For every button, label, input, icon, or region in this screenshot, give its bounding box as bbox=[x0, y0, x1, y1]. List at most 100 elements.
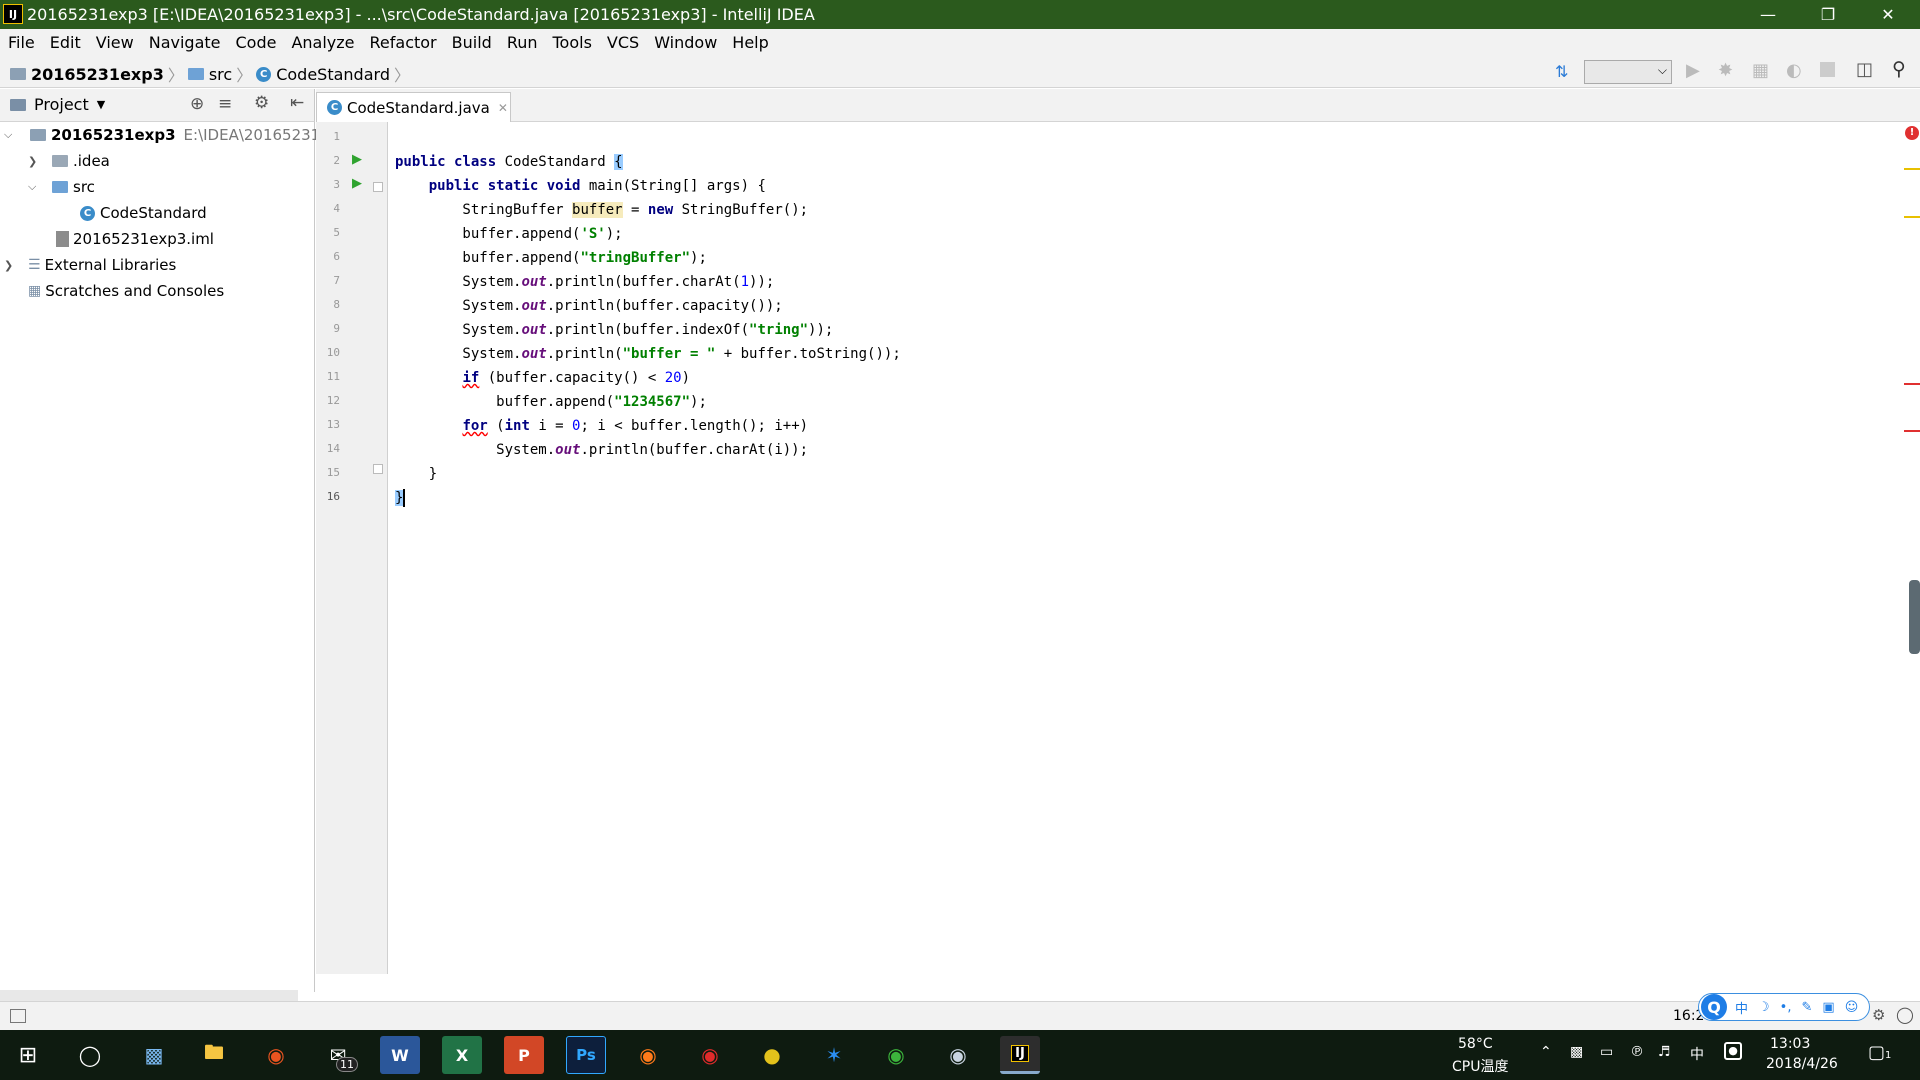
menu-run[interactable]: Run bbox=[507, 33, 538, 52]
project-structure-icon[interactable]: ◫ bbox=[1856, 59, 1873, 80]
fold-icon[interactable] bbox=[373, 182, 383, 192]
navigation-bar: 20165231exp3 〉 src 〉 C CodeStandard 〉 ⇅ … bbox=[0, 56, 1920, 88]
project-icon bbox=[10, 98, 26, 111]
menu-refactor[interactable]: Refactor bbox=[370, 33, 437, 52]
ubuntu-icon[interactable]: ◉ bbox=[256, 1036, 296, 1074]
minimize-button[interactable]: — bbox=[1740, 0, 1796, 29]
error-marker[interactable] bbox=[1904, 430, 1920, 432]
volume-icon[interactable]: ♬ bbox=[1658, 1044, 1671, 1060]
cortana-search-icon[interactable]: ◯ bbox=[70, 1036, 110, 1074]
app-star-icon[interactable]: ✶ bbox=[814, 1036, 854, 1074]
ime-item[interactable]: ☽ bbox=[1758, 1000, 1770, 1015]
menu-file[interactable]: File bbox=[8, 33, 35, 52]
event-log-icon[interactable]: ⚙ bbox=[1872, 1006, 1885, 1024]
project-view-selector[interactable]: Project ▼ bbox=[10, 95, 105, 114]
error-marker[interactable] bbox=[1904, 383, 1920, 385]
run-icon[interactable]: ▶ bbox=[1686, 60, 1700, 81]
notification-icon[interactable]: ▢1 bbox=[1868, 1042, 1891, 1063]
steam-icon[interactable]: ◉ bbox=[938, 1036, 978, 1074]
ime-indicator[interactable]: 中 bbox=[1690, 1044, 1704, 1064]
breadcrumb-src[interactable]: src bbox=[209, 65, 232, 84]
run-gutter-icon[interactable]: ▶ bbox=[352, 152, 362, 167]
file-explorer-icon[interactable]: 🖿 bbox=[194, 1036, 234, 1074]
clock-time[interactable]: 13:03 bbox=[1770, 1036, 1810, 1052]
powerpoint-icon[interactable]: P bbox=[504, 1036, 544, 1074]
close-icon[interactable]: ✕ bbox=[498, 101, 508, 115]
profile-icon[interactable]: ◐ bbox=[1786, 60, 1802, 81]
mail-icon[interactable]: ✉ 11 bbox=[318, 1036, 358, 1074]
netease-music-icon[interactable]: ◉ bbox=[690, 1036, 730, 1074]
firefox-icon[interactable]: ◉ bbox=[628, 1036, 668, 1074]
tab-codestandard-java[interactable]: C CodeStandard.java ✕ bbox=[316, 92, 511, 122]
tree-node-external-libraries[interactable]: ❯ ☰ External Libraries bbox=[4, 254, 176, 276]
tree-node-idea[interactable]: ❯ .idea bbox=[28, 150, 110, 172]
debug-icon[interactable]: ✸ bbox=[1718, 60, 1733, 81]
excel-icon[interactable]: X bbox=[442, 1036, 482, 1074]
menu-build[interactable]: Build bbox=[452, 33, 492, 52]
menu-navigate[interactable]: Navigate bbox=[149, 33, 221, 52]
word-icon[interactable]: W bbox=[380, 1036, 420, 1074]
ime-item[interactable]: ▣ bbox=[1822, 1000, 1834, 1015]
error-indicator-icon[interactable]: ! bbox=[1905, 126, 1919, 140]
task-view-icon[interactable]: ▩ bbox=[134, 1036, 174, 1074]
line-number: 4 bbox=[333, 202, 340, 215]
menu-analyze[interactable]: Analyze bbox=[291, 33, 354, 52]
menu-view[interactable]: View bbox=[96, 33, 134, 52]
collapse-all-icon[interactable]: ≡ bbox=[218, 94, 232, 114]
tree-node-iml[interactable]: 20165231exp3.iml bbox=[56, 228, 214, 250]
gear-icon[interactable]: ⚙ bbox=[254, 93, 269, 113]
code-line: public static void main(String[] args) { bbox=[428, 178, 766, 194]
intellij-taskbar-icon[interactable]: IJ bbox=[1000, 1036, 1040, 1074]
warning-marker[interactable] bbox=[1904, 168, 1920, 170]
horizontal-scrollbar[interactable] bbox=[0, 990, 298, 1001]
tool-window-toggle-icon[interactable] bbox=[10, 1009, 26, 1023]
tree-node-scratches[interactable]: ▦ Scratches and Consoles bbox=[28, 280, 224, 302]
battery-icon[interactable]: ▭ bbox=[1600, 1044, 1613, 1060]
build-sort-icon[interactable]: ⇅ bbox=[1555, 62, 1568, 81]
wechat-icon[interactable]: ◉ bbox=[876, 1036, 916, 1074]
title-bar: IJ 20165231exp3 [E:\IDEA\20165231exp3] -… bbox=[0, 0, 1920, 29]
breadcrumb-project[interactable]: 20165231exp3 bbox=[31, 65, 164, 84]
fold-icon[interactable] bbox=[373, 464, 383, 474]
tree-node-project[interactable]: ⌵ 20165231exp3 E:\IDEA\20165231ex bbox=[4, 124, 338, 146]
breadcrumb-class[interactable]: CodeStandard bbox=[276, 65, 390, 84]
tree-node-codestandard[interactable]: C CodeStandard bbox=[80, 202, 207, 224]
ime-item[interactable]: ✎ bbox=[1801, 1000, 1812, 1015]
warning-marker[interactable] bbox=[1904, 216, 1920, 218]
menu-code[interactable]: Code bbox=[236, 33, 277, 52]
ime-item[interactable]: ☺ bbox=[1845, 1000, 1859, 1015]
menu-window[interactable]: Window bbox=[654, 33, 717, 52]
line-number: 9 bbox=[333, 322, 340, 335]
menu-vcs[interactable]: VCS bbox=[607, 33, 639, 52]
ime-item[interactable]: 中 bbox=[1735, 998, 1748, 1017]
media-player-icon[interactable]: ● bbox=[752, 1036, 792, 1074]
ime-toolbar[interactable]: Q 中 ☽ •, ✎ ▣ ☺ bbox=[1698, 993, 1870, 1021]
restore-button[interactable]: ❐ bbox=[1800, 0, 1856, 29]
taskbar: ⊞ ◯ ▩ 🖿 ◉ ✉ 11 W X P Ps ◉ ◉ ● ✶ ◉ ◉ IJ 58… bbox=[0, 1030, 1920, 1080]
run-gutter-icon[interactable]: ▶ bbox=[352, 176, 362, 191]
feedback-icon[interactable]: ◯ bbox=[1896, 1005, 1914, 1024]
menu-edit[interactable]: Edit bbox=[50, 33, 81, 52]
side-panel-handle[interactable] bbox=[1909, 580, 1920, 654]
run-config-dropdown[interactable]: ⌵ bbox=[1584, 60, 1672, 84]
tree-label: CodeStandard bbox=[100, 204, 207, 222]
photoshop-icon[interactable]: Ps bbox=[566, 1036, 606, 1074]
wifi-icon[interactable]: ℗ bbox=[1630, 1044, 1644, 1060]
search-icon[interactable]: ⚲ bbox=[1892, 58, 1906, 80]
ime-item[interactable]: •, bbox=[1780, 1000, 1792, 1015]
tree-node-src[interactable]: ⌵ src bbox=[28, 176, 95, 198]
clock-date[interactable]: 2018/4/26 bbox=[1766, 1056, 1838, 1072]
chevron-up-icon[interactable]: ⌃ bbox=[1540, 1044, 1552, 1060]
stop-icon[interactable] bbox=[1820, 62, 1835, 77]
coverage-icon[interactable]: ▦ bbox=[1752, 60, 1769, 81]
tray-app-icon[interactable]: ▩ bbox=[1570, 1044, 1583, 1060]
locate-icon[interactable]: ⊕ bbox=[190, 94, 204, 114]
close-button[interactable]: ✕ bbox=[1860, 0, 1916, 29]
windows-start-icon[interactable]: ⊞ bbox=[8, 1036, 48, 1074]
text-cursor bbox=[403, 489, 406, 507]
code-editor[interactable]: public class CodeStandard { public stati… bbox=[388, 122, 1920, 974]
menu-tools[interactable]: Tools bbox=[553, 33, 592, 52]
hide-panel-icon[interactable]: ⇤ bbox=[290, 93, 304, 113]
ime-mode-icon[interactable]: ● bbox=[1724, 1042, 1742, 1060]
menu-help[interactable]: Help bbox=[732, 33, 768, 52]
